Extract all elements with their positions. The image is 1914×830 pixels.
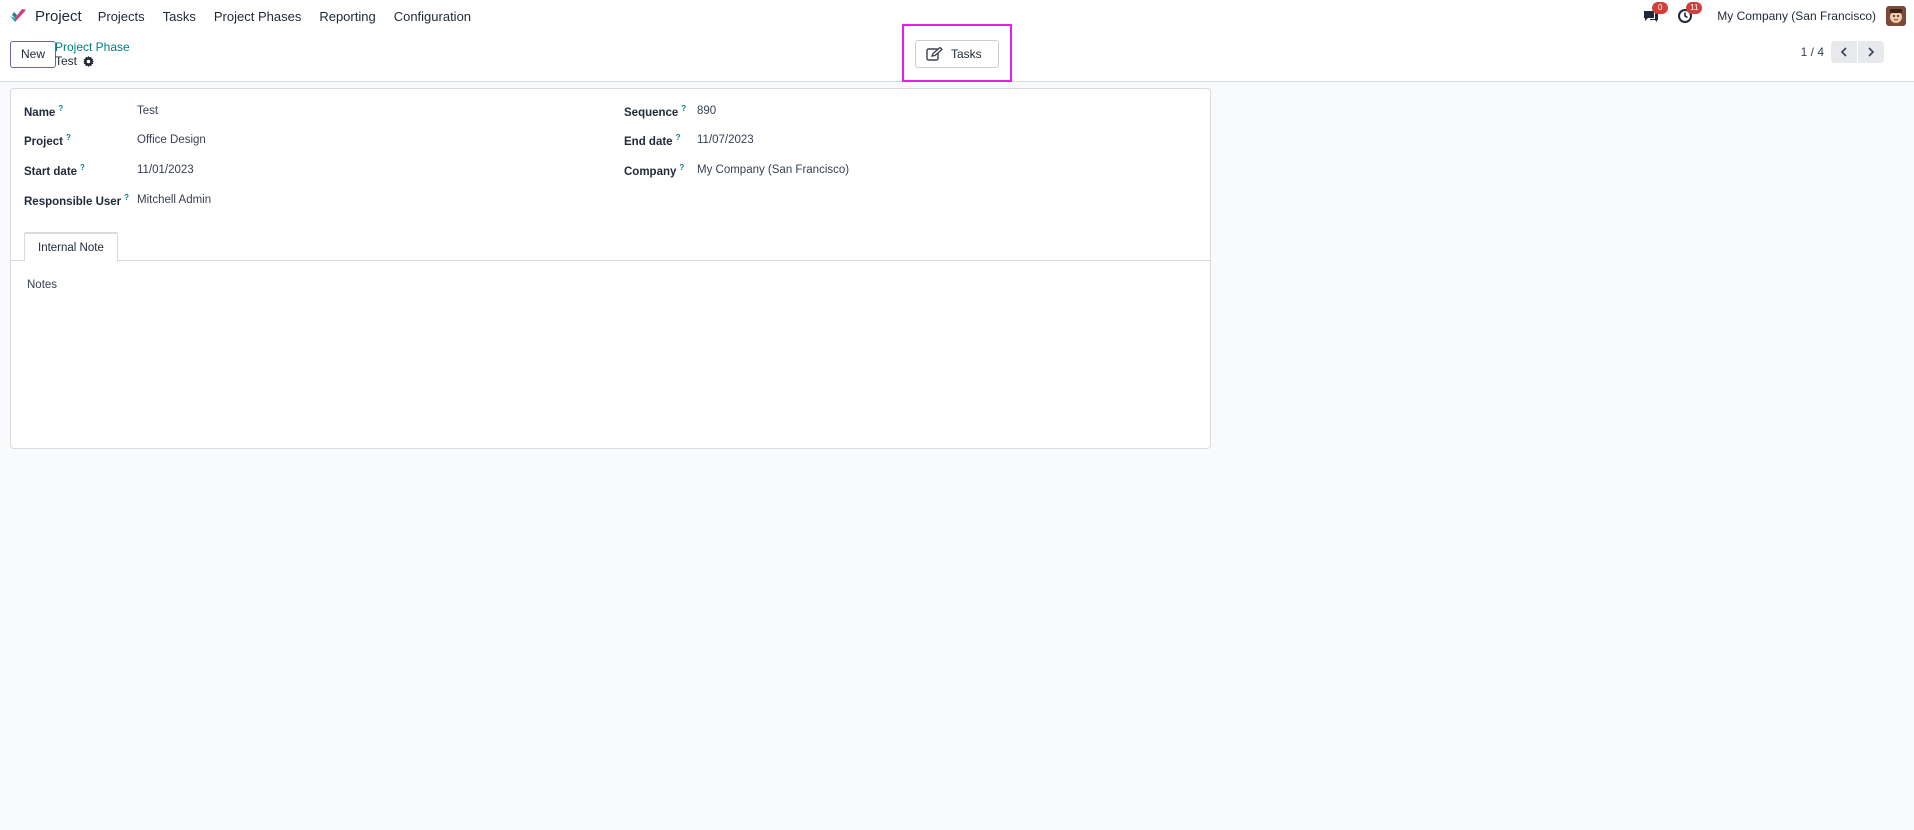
name-label: Name? — [24, 104, 63, 119]
breadcrumb-project-phase[interactable]: Project Phase — [55, 40, 130, 54]
menu-item-project-phases[interactable]: Project Phases — [214, 9, 301, 24]
notes-field[interactable]: Notes — [27, 279, 57, 291]
pager-previous-button[interactable] — [1831, 41, 1857, 63]
project-label-text: Project — [24, 135, 63, 148]
company-field[interactable]: My Company (San Francisco) — [697, 164, 849, 176]
menu-item-configuration[interactable]: Configuration — [394, 9, 471, 24]
gear-icon[interactable] — [83, 55, 95, 67]
chevron-right-icon — [1866, 45, 1876, 60]
end-date-field[interactable]: 11/07/2023 — [697, 134, 754, 146]
systray: 0 11 My Company (San Francisco) — [1643, 0, 1906, 32]
company-switcher[interactable]: My Company (San Francisco) — [1717, 9, 1876, 23]
company-label-text: Company — [624, 165, 677, 178]
app-name: Project — [35, 7, 82, 25]
new-button[interactable]: New — [10, 41, 57, 68]
help-tooltip-icon[interactable]: ? — [124, 193, 129, 202]
name-field[interactable]: Test — [137, 105, 158, 117]
pager-value[interactable]: 1 / 4 — [1801, 45, 1824, 59]
start-date-label: Start date? — [24, 163, 85, 178]
edit-icon — [926, 46, 943, 61]
sequence-label-text: Sequence — [624, 106, 679, 119]
menu-item-projects[interactable]: Projects — [98, 9, 145, 24]
pager: 1 / 4 — [1801, 41, 1884, 63]
start-date-field[interactable]: 11/01/2023 — [137, 164, 194, 176]
help-tooltip-icon[interactable]: ? — [681, 104, 686, 113]
menu-item-reporting[interactable]: Reporting — [319, 9, 375, 24]
company-label: Company? — [624, 163, 684, 178]
responsible-user-field[interactable]: Mitchell Admin — [137, 194, 211, 206]
project-field[interactable]: Office Design — [137, 134, 206, 146]
activities-badge: 11 — [1686, 2, 1703, 14]
end-date-label: End date? — [624, 133, 680, 148]
form-sheet: Name? Test Project? Office Design Start … — [10, 88, 1211, 449]
activities-button[interactable]: 11 — [1677, 2, 1703, 24]
pager-next-button[interactable] — [1858, 41, 1884, 63]
sequence-label: Sequence? — [624, 104, 686, 119]
sequence-field[interactable]: 890 — [697, 105, 716, 117]
breadcrumb: Test — [55, 54, 95, 68]
messages-button[interactable]: 0 — [1643, 2, 1669, 24]
messages-badge: 0 — [1652, 2, 1669, 14]
record-title: Test — [55, 54, 78, 68]
help-tooltip-icon[interactable]: ? — [58, 104, 63, 113]
chevron-left-icon — [1839, 45, 1849, 60]
menu-item-tasks[interactable]: Tasks — [163, 9, 196, 24]
notebook-tabs: Internal Note — [11, 229, 1210, 262]
start-date-label-text: Start date — [24, 165, 78, 178]
app-brand[interactable]: Project — [8, 6, 82, 26]
end-date-label-text: End date — [624, 135, 673, 148]
help-tooltip-icon[interactable]: ? — [66, 133, 71, 142]
tasks-smart-button[interactable]: Tasks — [915, 40, 999, 68]
name-label-text: Name — [24, 106, 56, 119]
tasks-smart-button-label: Tasks — [951, 47, 982, 61]
responsible-user-label: Responsible User? — [24, 193, 129, 208]
main-menu: Projects Tasks Project Phases Reporting … — [98, 9, 489, 24]
tab-internal-note[interactable]: Internal Note — [24, 232, 118, 262]
responsible-user-label-text: Responsible User — [24, 195, 122, 208]
project-label: Project? — [24, 133, 71, 148]
help-tooltip-icon[interactable]: ? — [679, 163, 684, 172]
avatar[interactable] — [1886, 6, 1906, 26]
help-tooltip-icon[interactable]: ? — [676, 133, 681, 142]
help-tooltip-icon[interactable]: ? — [80, 163, 85, 172]
project-logo-icon — [8, 6, 28, 26]
